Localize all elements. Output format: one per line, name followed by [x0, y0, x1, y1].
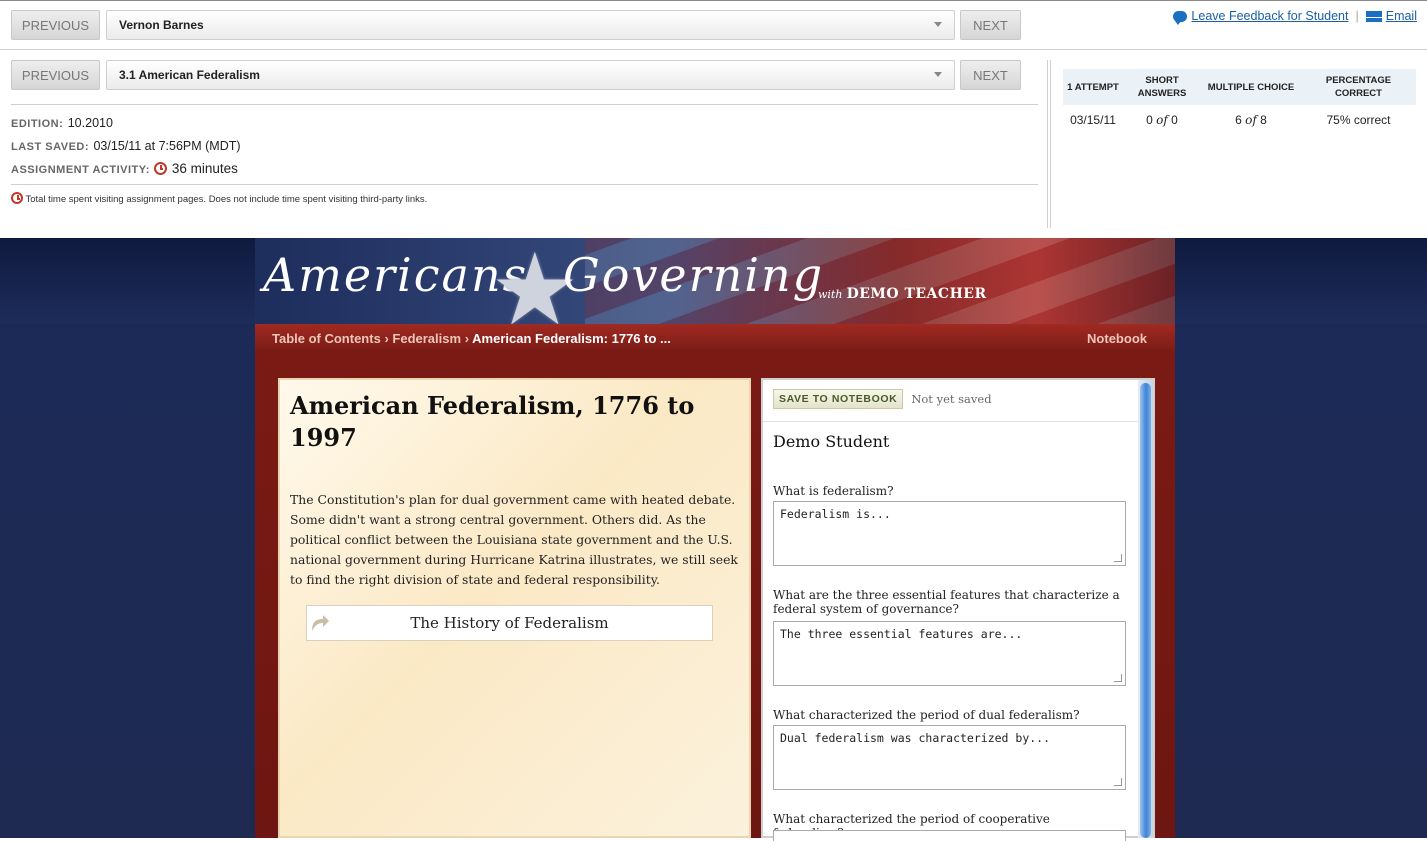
instructor-panel: PREVIOUS Vernon Barnes NEXT Leave Feedba… — [0, 0, 1427, 238]
edition-label: EDITION: — [11, 118, 64, 130]
percentage-correct: 75% correct — [1326, 113, 1391, 127]
answer-text: Dual federalism was characterized by... — [780, 731, 1051, 745]
stats-header-multiple-choice: MULTIPLE CHOICE — [1201, 69, 1301, 105]
stats-header-row: 1 ATTEMPT SHORT ANSWERS MULTIPLE CHOICE … — [1063, 69, 1416, 105]
save-row: SAVE TO NOTEBOOK Not yet saved — [773, 389, 992, 409]
assignment-select-value: 3.1 American Federalism — [119, 68, 260, 82]
teacher-name: DEMO TEACHER — [846, 286, 987, 302]
attempt-stats-table: 1 ATTEMPT SHORT ANSWERS MULTIPLE CHOICE … — [1063, 69, 1416, 135]
time-note-text: Total time spent visiting assignment pag… — [25, 194, 428, 205]
notebook-link[interactable]: Notebook — [1087, 331, 1147, 346]
edition-value: 10.2010 — [67, 116, 113, 130]
multiple-choice-score: 6 of 8 — [1235, 113, 1267, 127]
scrollbar-thumb[interactable] — [1140, 383, 1151, 838]
lesson-title: American Federalism, 1776 to 1997 — [290, 391, 695, 452]
brand-right: Governing — [563, 248, 825, 302]
email-link[interactable]: Email — [1386, 9, 1417, 23]
student-select[interactable]: Vernon Barnes — [106, 10, 955, 40]
question-label: What characterized the period of dual fe… — [773, 708, 1080, 722]
assignment-select[interactable]: 3.1 American Federalism — [106, 60, 955, 90]
stats-header-short-answers: SHORT ANSWERS — [1123, 69, 1201, 105]
breadcrumb-separator: › — [464, 330, 470, 346]
answer-textarea[interactable]: The three essential features are... — [773, 621, 1126, 686]
speech-bubble-icon — [1173, 10, 1188, 25]
history-of-federalism-link[interactable]: The History of Federalism — [306, 605, 713, 641]
resize-grip-icon[interactable] — [1114, 554, 1122, 562]
breadcrumb-federalism-link[interactable]: Federalism — [392, 331, 461, 346]
feedback-links: Leave Feedback for Student | Email — [1173, 9, 1417, 25]
stats-header-percentage: PERCENTAGE CORRECT — [1301, 69, 1416, 105]
edition-line: EDITION: 10.2010 — [11, 114, 113, 132]
last-saved-label: LAST SAVED: — [11, 141, 90, 153]
brand-left: Americans — [263, 248, 529, 302]
link-separator: | — [1355, 9, 1359, 23]
student-name: Demo Student — [773, 432, 890, 451]
vertical-divider — [1050, 60, 1051, 228]
save-status: Not yet saved — [911, 392, 992, 406]
breadcrumb-trail: Table of Contents › Federalism › America… — [272, 331, 671, 346]
clock-icon — [11, 192, 23, 204]
activity-value: 36 minutes — [171, 161, 238, 176]
course-banner: Americans ★ Governing with DEMO TEACHER — [255, 238, 1175, 324]
breadcrumb-toc-link[interactable]: Table of Contents — [272, 331, 381, 346]
answer-textarea[interactable]: Dual federalism was characterized by... — [773, 725, 1126, 790]
teacher-credit: with DEMO TEACHER — [818, 286, 987, 302]
history-link-label: The History of Federalism — [410, 614, 609, 632]
resize-grip-icon[interactable] — [1114, 674, 1122, 682]
clock-icon — [154, 162, 168, 175]
resize-grip-icon[interactable] — [1114, 778, 1122, 786]
attempt-date: 03/15/11 — [1070, 113, 1116, 127]
last-saved-value: 03/15/11 at 7:56PM (MDT) — [93, 139, 241, 153]
activity-label: ASSIGNMENT ACTIVITY: — [11, 164, 150, 176]
time-note: Total time spent visiting assignment pag… — [11, 192, 427, 205]
next-assignment-button[interactable]: NEXT — [960, 60, 1021, 90]
stats-header-attempt: 1 ATTEMPT — [1063, 69, 1123, 105]
breadcrumb-separator: › — [384, 330, 389, 346]
activity-line: ASSIGNMENT ACTIVITY: 36 minutes — [11, 160, 238, 178]
leave-feedback-link[interactable]: Leave Feedback for Student — [1191, 9, 1348, 23]
answer-text: The three essential features are... — [780, 627, 1023, 641]
answer-textarea[interactable]: Federalism is... — [773, 501, 1126, 566]
envelope-icon — [1365, 10, 1382, 22]
breadcrumb-current: American Federalism: 1776 to ... — [472, 330, 671, 346]
curved-arrow-icon — [312, 615, 329, 631]
answer-textarea[interactable] — [773, 830, 1126, 841]
previous-assignment-button[interactable]: PREVIOUS — [11, 60, 100, 90]
divider — [0, 49, 1427, 50]
save-to-notebook-button[interactable]: SAVE TO NOTEBOOK — [773, 389, 904, 409]
table-row: 03/15/11 0 of 0 6 of 8 75% correct — [1063, 105, 1416, 135]
chevron-down-icon — [934, 22, 942, 27]
short-answers-score: 0 of 0 — [1146, 113, 1178, 127]
vertical-divider — [1047, 60, 1048, 228]
with-word: with — [818, 288, 843, 301]
lesson-body: The Constitution's plan for dual governm… — [290, 492, 738, 587]
answer-text: Federalism is... — [780, 507, 891, 521]
divider — [11, 184, 1038, 185]
divider — [11, 104, 1038, 105]
chevron-down-icon — [934, 72, 942, 77]
question-label: What are the three essential features th… — [773, 588, 1120, 616]
question-label: What is federalism? — [773, 484, 894, 498]
next-student-button[interactable]: NEXT — [960, 10, 1021, 40]
top-border — [0, 0, 1427, 1]
divider — [763, 421, 1138, 422]
breadcrumb: Table of Contents › Federalism › America… — [255, 324, 1175, 352]
student-select-value: Vernon Barnes — [119, 18, 204, 32]
last-saved-line: LAST SAVED: 03/15/11 at 7:56PM (MDT) — [11, 137, 241, 155]
previous-student-button[interactable]: PREVIOUS — [11, 10, 100, 40]
